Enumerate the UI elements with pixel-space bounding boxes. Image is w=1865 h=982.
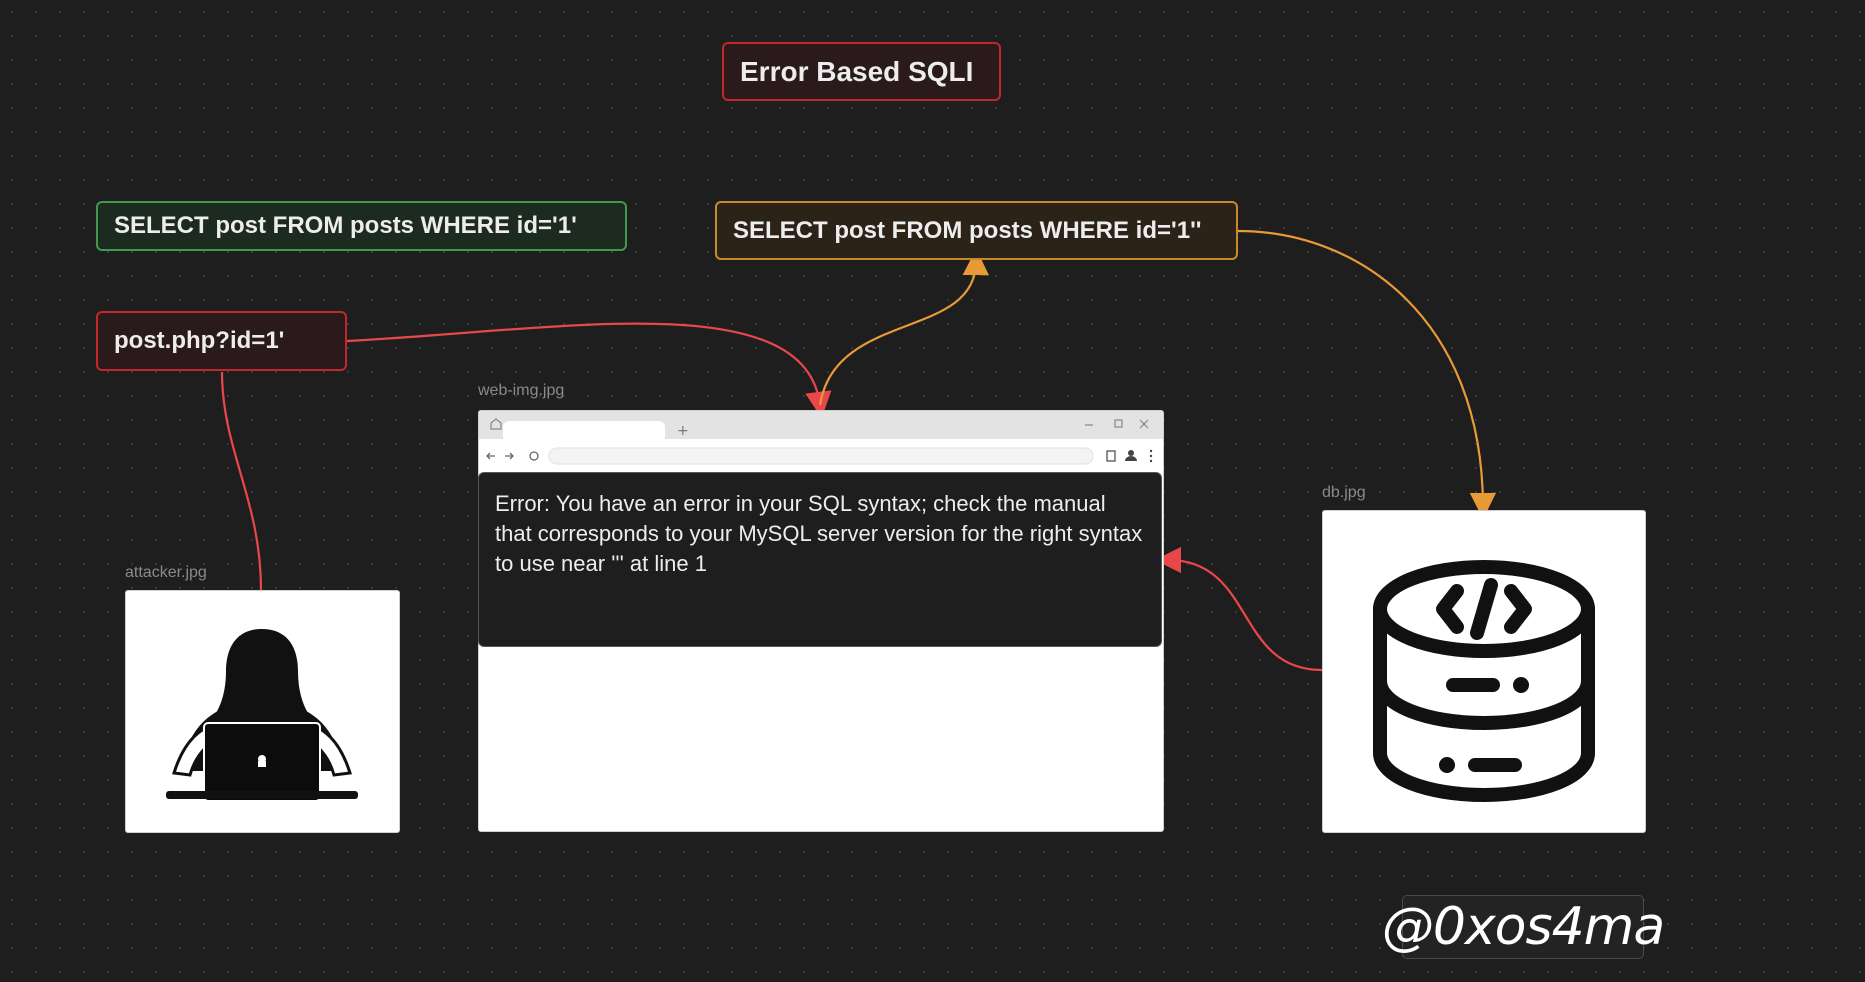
sql-error-message: Error: You have an error in your SQL syn… [478, 472, 1162, 647]
hacker-icon [126, 591, 399, 832]
original-query-text: SELECT post FROM posts WHERE id='1' [114, 212, 577, 239]
sql-error-text: Error: You have an error in your SQL syn… [495, 491, 1143, 576]
attacker-image[interactable] [125, 590, 400, 833]
signature-text: @0xos4ma [1381, 897, 1665, 957]
injected-query-node[interactable]: SELECT post FROM posts WHERE id='1'' [715, 201, 1238, 260]
title-text: Error Based SQLI [740, 55, 974, 87]
database-code-icon [1323, 511, 1645, 832]
edge-request-to-web [346, 322, 832, 419]
diagram-title[interactable]: Error Based SQLI [722, 42, 1001, 101]
edge-db-to-web-error [1154, 546, 1323, 672]
author-signature: @0xos4ma [1382, 895, 1665, 959]
svg-text:+: + [677, 423, 689, 439]
browser-toolbar: + [479, 411, 1163, 473]
database-image[interactable] [1322, 510, 1646, 833]
db-image-label: db.jpg [1322, 484, 1366, 501]
request-url-text: post.php?id=1' [114, 327, 285, 354]
original-query-node[interactable]: SELECT post FROM posts WHERE id='1' [96, 201, 627, 251]
injected-query-text: SELECT post FROM posts WHERE id='1'' [733, 216, 1202, 244]
browser-window-icon: + [479, 411, 1163, 473]
request-url-node[interactable]: post.php?id=1' [96, 311, 347, 371]
edge-query-to-db [1237, 229, 1497, 520]
edge-web-to-injected-query [818, 248, 990, 406]
attacker-image-label: attacker.jpg [125, 564, 207, 581]
web-image-label: web-img.jpg [478, 382, 565, 399]
edge-attacker-to-request [220, 371, 263, 591]
